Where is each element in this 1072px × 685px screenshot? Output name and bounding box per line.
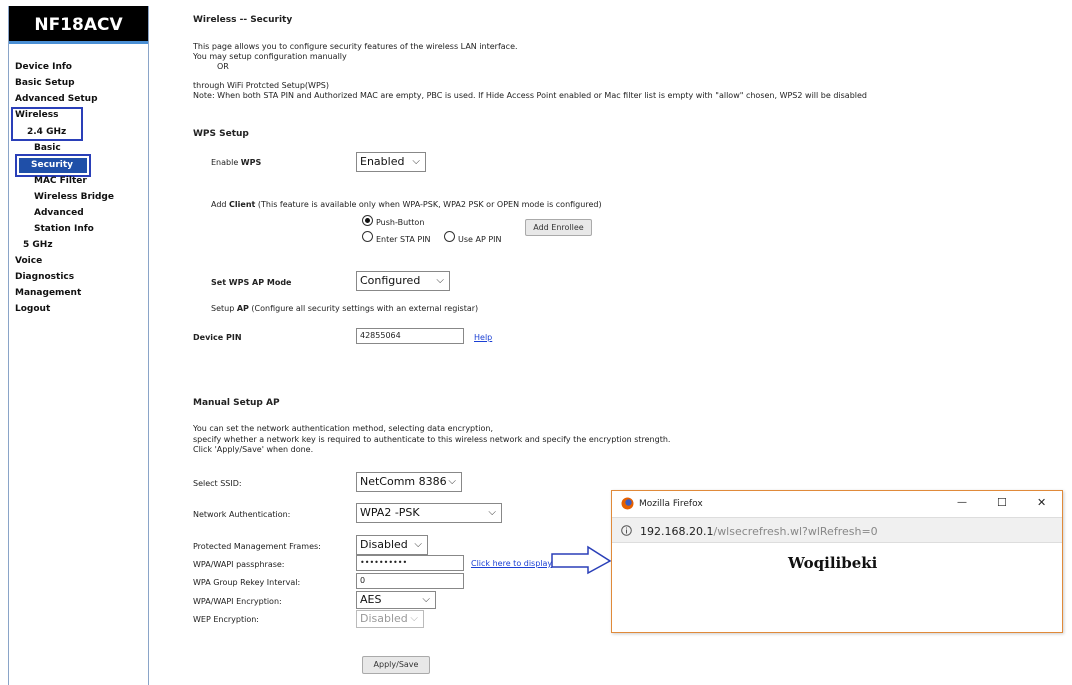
sidebar-item-wireless-bridge[interactable]: Wireless Bridge [34, 192, 114, 202]
sidebar-item-5ghz[interactable]: 5 GHz [23, 240, 53, 250]
ssid-label: Select SSID: [193, 479, 242, 488]
enable-wps-label: Enable WPS [211, 158, 262, 167]
sidebar-item-management[interactable]: Management [15, 288, 81, 298]
sidebar-item-advanced-setup[interactable]: Advanced Setup [15, 94, 98, 104]
sidebar-item-device-info[interactable]: Device Info [15, 62, 72, 72]
maximize-icon[interactable]: ☐ [997, 496, 1007, 509]
sidebar-item-mac-filter[interactable]: MAC Filter [34, 176, 87, 186]
manual-heading: Manual Setup AP [193, 398, 280, 408]
firefox-icon [621, 497, 634, 510]
minimize-icon[interactable]: — [957, 497, 967, 508]
encryption-label: WPA/WAPI Encryption: [193, 597, 282, 606]
push-button-label: Push-Button [376, 218, 425, 227]
popup-content-text: Woqilibeki [788, 554, 878, 572]
page-title: Wireless -- Security [193, 15, 293, 25]
pmf-label: Protected Management Frames: [193, 542, 321, 551]
setup-ap-text: Setup AP (Configure all security setting… [211, 304, 479, 313]
wep-label: WEP Encryption: [193, 615, 259, 624]
ssid-select[interactable]: NetComm 8386 ⌵ [356, 472, 462, 492]
manual-desc-2: specify whether a network key is require… [193, 435, 671, 444]
popup-window-title: Mozilla Firefox [639, 499, 703, 509]
info-icon [621, 525, 632, 536]
apply-save-button[interactable]: Apply/Save [362, 656, 430, 674]
add-enrollee-button[interactable]: Add Enrollee [525, 219, 592, 236]
auth-select[interactable]: WPA2 -PSK ⌵ [356, 503, 502, 523]
wps-ap-mode-select[interactable]: Configured ⌵ [356, 271, 450, 291]
help-link[interactable]: Help [474, 333, 492, 342]
intro-note: Note: When both STA PIN and Authorized M… [193, 91, 867, 100]
enter-sta-pin-label: Enter STA PIN [376, 235, 431, 244]
passphrase-label: WPA/WAPI passphrase: [193, 560, 285, 569]
sidebar-item-basic[interactable]: Basic [34, 143, 61, 153]
popup-url-bar[interactable]: 192.168.20.1/wlsecrefresh.wl?wlRefresh=0 [612, 517, 1062, 543]
intro-line-4: through WiFi Protcted Setup(WPS) [193, 81, 329, 90]
sidebar: NF18ACV Device Info Basic Setup Advanced… [8, 6, 149, 685]
firefox-popup-window: Mozilla Firefox — ☐ ✕ 192.168.20.1/wlsec… [611, 490, 1063, 633]
close-icon[interactable]: ✕ [1037, 496, 1046, 509]
chevron-down-icon: ⌵ [422, 594, 430, 605]
intro-line-or: OR [217, 62, 229, 71]
passphrase-field[interactable]: •••••••••• [356, 555, 464, 571]
rekey-field[interactable]: 0 [356, 573, 464, 589]
wps-ap-mode-label: Set WPS AP Mode [211, 278, 292, 287]
sidebar-item-logout[interactable]: Logout [15, 304, 50, 314]
device-pin-field[interactable]: 42855064 [356, 328, 464, 344]
brand-logo: NF18ACV [9, 6, 148, 44]
chevron-down-icon: ⌵ [488, 507, 496, 518]
sidebar-item-advanced[interactable]: Advanced [34, 208, 84, 218]
intro-line-1: This page allows you to configure securi… [193, 42, 518, 51]
wep-select[interactable]: Disabled ⌵ [356, 610, 424, 628]
chevron-down-icon: ⌵ [436, 275, 444, 286]
wps-heading: WPS Setup [193, 129, 249, 139]
add-client-label: Add Client (This feature is available on… [211, 200, 602, 209]
push-button-radio[interactable] [362, 215, 373, 226]
enable-wps-select[interactable]: Enabled ⌵ [356, 152, 426, 172]
rekey-label: WPA Group Rekey Interval: [193, 578, 301, 587]
use-ap-pin-label: Use AP PIN [458, 235, 502, 244]
chevron-down-icon: ⌵ [412, 156, 420, 167]
manual-desc-1: You can set the network authentication m… [193, 424, 494, 433]
use-ap-pin-radio[interactable] [444, 231, 455, 242]
intro-line-2: You may setup configuration manually [193, 52, 347, 61]
pmf-select[interactable]: Disabled ⌵ [356, 535, 428, 555]
click-here-to-display-link[interactable]: Click here to display [471, 559, 552, 568]
popup-url: 192.168.20.1/wlsecrefresh.wl?wlRefresh=0 [640, 525, 878, 538]
sidebar-item-wireless[interactable]: Wireless [15, 110, 58, 120]
popup-titlebar[interactable]: Mozilla Firefox — ☐ ✕ [612, 491, 1062, 517]
chevron-down-icon: ⌵ [448, 476, 456, 487]
sidebar-item-2-4ghz[interactable]: 2.4 GHz [27, 127, 66, 137]
sidebar-item-voice[interactable]: Voice [15, 256, 42, 266]
sidebar-item-basic-setup[interactable]: Basic Setup [15, 78, 75, 88]
encryption-select[interactable]: AES ⌵ [356, 591, 436, 609]
enter-sta-pin-radio[interactable] [362, 231, 373, 242]
manual-desc-3: Click 'Apply/Save' when done. [193, 445, 314, 454]
sidebar-item-station-info[interactable]: Station Info [34, 224, 94, 234]
sidebar-item-security[interactable]: Security [19, 158, 87, 173]
chevron-down-icon: ⌵ [410, 613, 418, 624]
chevron-down-icon: ⌵ [414, 539, 422, 550]
auth-label: Network Authentication: [193, 510, 291, 519]
sidebar-item-diagnostics[interactable]: Diagnostics [15, 272, 74, 282]
device-pin-label: Device PIN [193, 333, 242, 342]
annotation-arrow-icon [551, 545, 612, 575]
